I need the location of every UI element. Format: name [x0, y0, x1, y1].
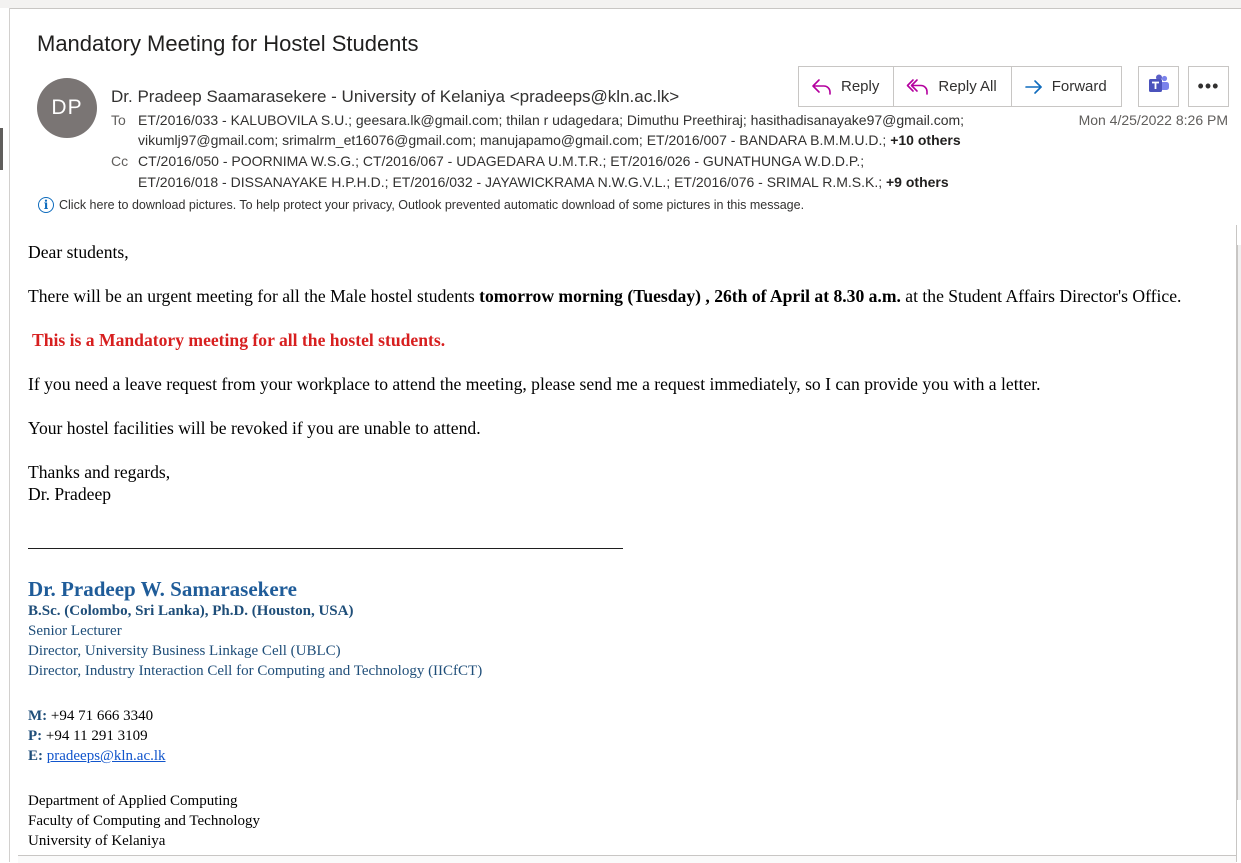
- cc-others-link[interactable]: +9 others: [886, 174, 949, 190]
- signature-contact: M: +94 71 666 3340 P: +94 11 291 3109 E:…: [28, 706, 166, 766]
- mobile-number: +94 71 666 3340: [47, 708, 154, 724]
- to-label: To: [111, 112, 126, 128]
- message-date: Mon 4/25/2022 8:26 PM: [1078, 112, 1228, 128]
- signature-email-link[interactable]: pradeeps@kln.ac.lk: [47, 748, 166, 764]
- university-name: University of Kelaniya: [28, 833, 166, 849]
- sender-avatar[interactable]: DP: [37, 78, 97, 138]
- to-recipients-line1[interactable]: ET/2016/033 - KALUBOVILA S.U.; geesara.l…: [138, 110, 964, 131]
- greeting: Dear students,: [28, 242, 129, 262]
- mandatory-notice: This is a Mandatory meeting for all the …: [32, 330, 446, 350]
- faculty-name: Faculty of Computing and Technology: [28, 813, 260, 829]
- message-body: Dear students, There will be an urgent m…: [28, 241, 1218, 505]
- window-top-strip: [0, 0, 1241, 9]
- closing-name: Dr. Pradeep: [28, 484, 112, 504]
- signature-degrees: B.Sc. (Colombo, Sri Lanka), Ph.D. (Houst…: [28, 603, 354, 619]
- signature-title-2: Director, University Business Linkage Ce…: [28, 643, 341, 659]
- forward-label: Forward: [1051, 78, 1107, 95]
- phone-line: P: +94 11 291 3109: [28, 726, 166, 746]
- paragraph-meeting: There will be an urgent meeting for all …: [28, 285, 1218, 307]
- message-actions: Reply Reply All Forward: [798, 66, 1122, 107]
- to-recipients-line2[interactable]: vikumlj97@gmail.com; srimalrm_et16076@gm…: [138, 132, 890, 148]
- vertical-scrollbar[interactable]: [1236, 225, 1241, 862]
- cc-recipients-line1[interactable]: CT/2016/050 - POORNIMA W.S.G.; CT/2016/0…: [138, 151, 864, 172]
- reply-all-button[interactable]: Reply All: [894, 67, 1012, 106]
- cc-recipients-line2[interactable]: ET/2016/018 - DISSANAYAKE H.P.H.D.; ET/2…: [138, 174, 886, 190]
- mobile-line: M: +94 71 666 3340: [28, 706, 166, 726]
- mobile-label: M:: [28, 708, 48, 724]
- forward-arrow-icon: [1024, 77, 1044, 97]
- more-actions-button[interactable]: •••: [1188, 66, 1229, 107]
- reply-label: Reply: [841, 78, 880, 95]
- to-others-link[interactable]: +10 others: [890, 132, 960, 148]
- reply-all-icon: [906, 77, 930, 97]
- teams-icon: [1148, 73, 1170, 100]
- paragraph-leave-request: If you need a leave request from your wo…: [28, 374, 1041, 394]
- info-bar-text: Click here to download pictures. To help…: [59, 198, 805, 212]
- reply-all-label: Reply All: [938, 78, 997, 95]
- left-pane-marker: [0, 128, 3, 170]
- email-label: E:: [28, 748, 43, 764]
- signature-block: Dr. Pradeep W. Samarasekere B.Sc. (Colom…: [28, 577, 482, 681]
- signature-title-3: Director, Industry Interaction Cell for …: [28, 663, 483, 679]
- scroll-thumb[interactable]: [1237, 245, 1241, 800]
- phone-number: +94 11 291 3109: [42, 728, 148, 744]
- signature-title-1: Senior Lecturer: [28, 623, 122, 639]
- paragraph-revoked: Your hostel facilities will be revoked i…: [28, 418, 481, 438]
- closing-thanks: Thanks and regards,: [28, 462, 171, 482]
- reply-icon: [811, 77, 833, 97]
- signature-divider: [28, 548, 623, 549]
- email-line: E: pradeeps@kln.ac.lk: [28, 746, 166, 766]
- cc-label: Cc: [111, 153, 129, 169]
- email-subject: Mandatory Meeting for Hostel Students: [37, 31, 419, 56]
- meeting-text-end: at the Student Affairs Director's Office…: [900, 286, 1182, 306]
- forward-button[interactable]: Forward: [1012, 67, 1121, 106]
- sender-name[interactable]: Dr. Pradeep Saamarasekere - University o…: [111, 87, 679, 107]
- teams-share-button[interactable]: [1138, 66, 1179, 107]
- left-pane-edge: [0, 8, 10, 862]
- phone-label: P:: [28, 728, 43, 744]
- meeting-text-start: There will be an urgent meeting for all …: [28, 286, 480, 306]
- meeting-time-bold: tomorrow morning (Tuesday) , 26th of Apr…: [479, 286, 901, 306]
- signature-department: Department of Applied Computing Faculty …: [28, 791, 260, 851]
- department-name: Department of Applied Computing: [28, 793, 238, 809]
- signature-name: Dr. Pradeep W. Samarasekere: [28, 577, 297, 601]
- reply-button[interactable]: Reply: [799, 67, 895, 106]
- download-pictures-bar[interactable]: i Click here to download pictures. To he…: [38, 197, 804, 213]
- info-icon: i: [38, 197, 54, 213]
